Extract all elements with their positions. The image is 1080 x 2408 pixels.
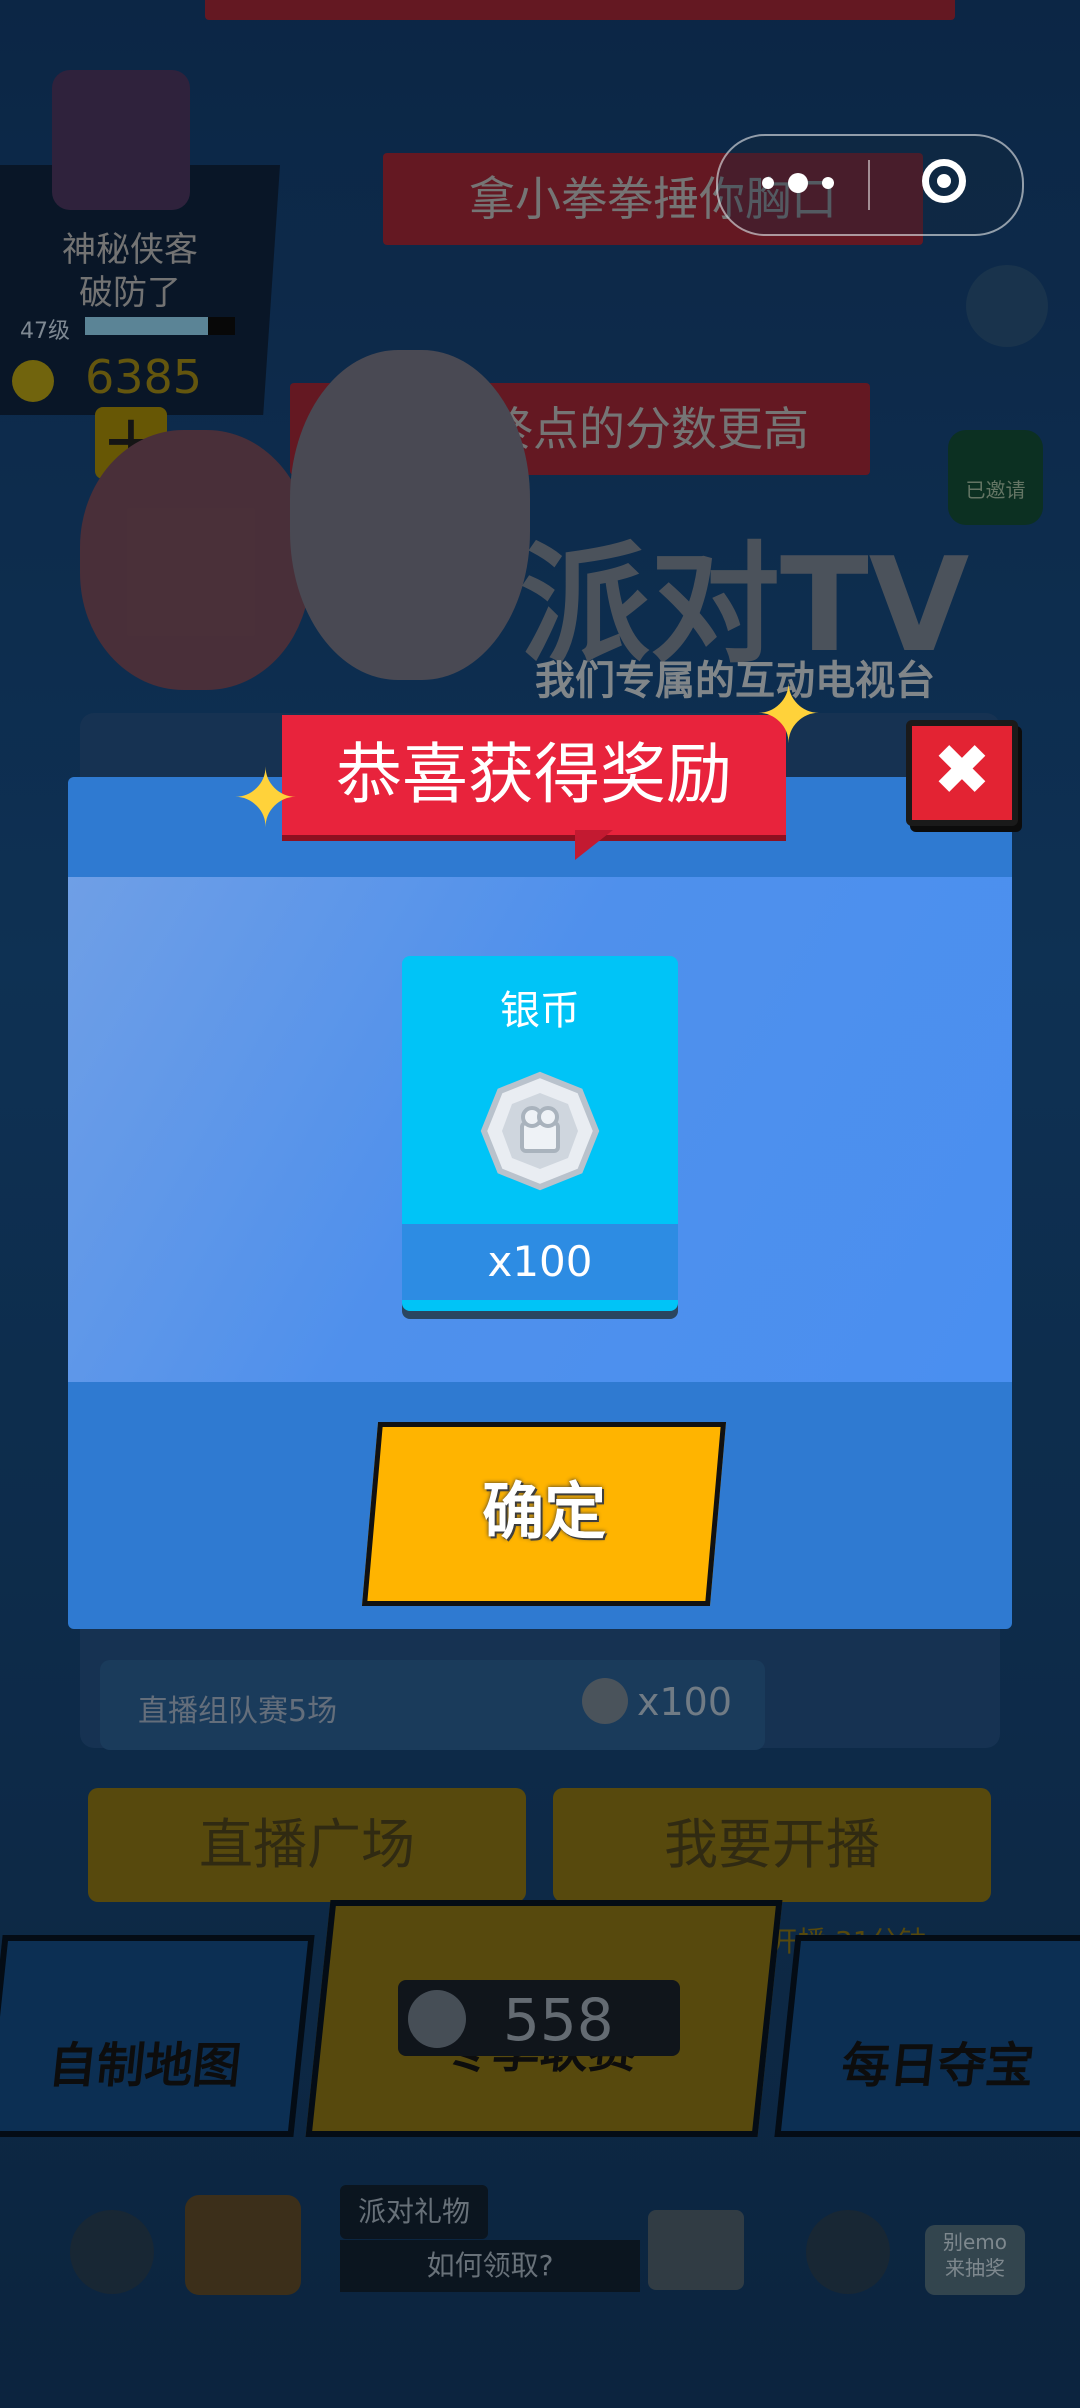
reward-item-quantity: x100 xyxy=(402,1224,678,1300)
mini-program-capsule xyxy=(716,134,1024,236)
sparkle-icon: ✦ xyxy=(755,668,823,761)
reward-item-name: 银币 xyxy=(500,988,580,1034)
confirm-button[interactable]: 确定 xyxy=(361,1422,727,1606)
close-button[interactable]: ✖ xyxy=(906,720,1018,826)
capsule-divider xyxy=(868,160,870,210)
dialog-title: 恭喜获得奖励 xyxy=(282,715,786,835)
confirm-button-label: 确定 xyxy=(482,1475,607,1548)
ribbon-tail xyxy=(575,830,613,860)
silver-coin-icon xyxy=(480,1071,600,1191)
reward-item-card: 银币 x100 xyxy=(402,956,678,1311)
sparkle-icon: ✦ xyxy=(232,752,300,845)
close-mini-program-icon[interactable] xyxy=(922,159,966,203)
more-options-icon[interactable] xyxy=(758,168,838,198)
